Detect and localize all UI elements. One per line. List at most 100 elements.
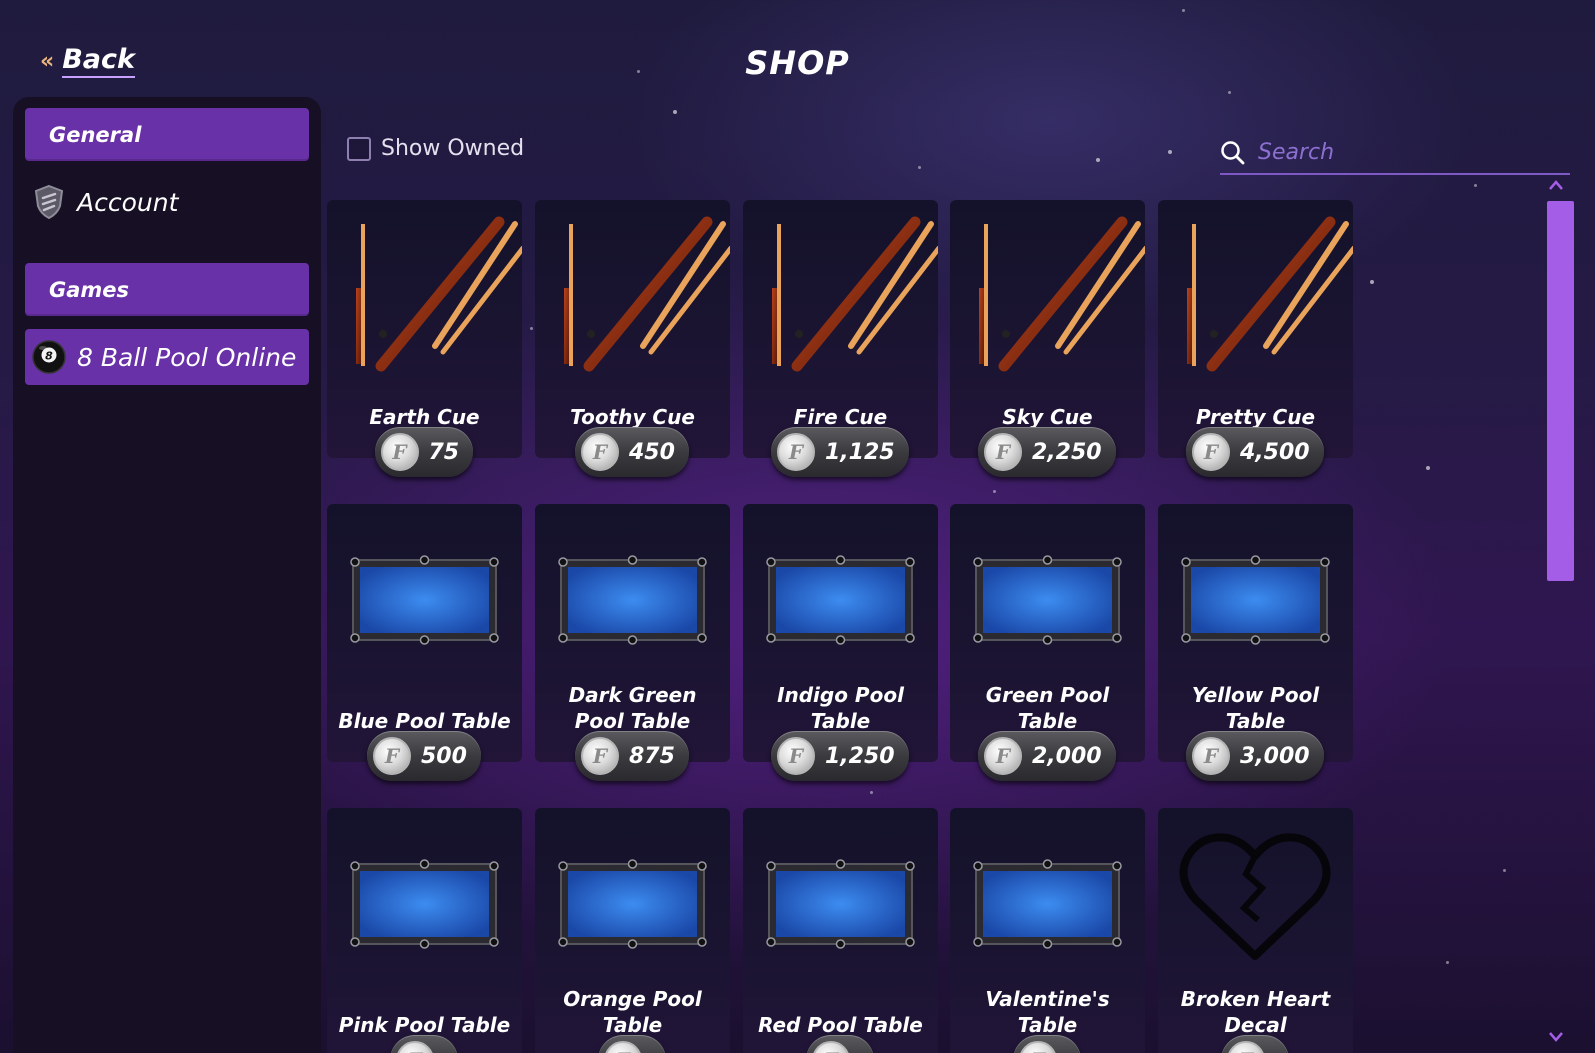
price-badge[interactable]: F 500: [367, 731, 481, 781]
sidebar-section-games[interactable]: Games: [25, 263, 309, 316]
price-badge[interactable]: F 75: [374, 427, 474, 477]
shop-item-card[interactable]: Orange Pool Table: [535, 808, 730, 1053]
shop-item-card[interactable]: Valentine's Table: [950, 808, 1145, 1053]
price-badge[interactable]: F 2,000: [978, 731, 1116, 781]
star: [1182, 9, 1185, 12]
coin-icon: F: [380, 433, 419, 471]
sidebar-item-label: 8 Ball Pool Online: [77, 342, 297, 372]
pool-table-image: [327, 504, 522, 704]
price-value: 1,125: [825, 439, 895, 465]
price-badge[interactable]: F 2,250: [978, 427, 1116, 477]
pool-table-image: [535, 808, 730, 1008]
shop-item-card[interactable]: Blue Pool Table: [327, 504, 522, 762]
coin-icon: F: [812, 1041, 850, 1053]
price-badge[interactable]: F 875: [575, 731, 689, 781]
sidebar-item-8-ball-pool[interactable]: 8 8 Ball Pool Online: [25, 329, 309, 385]
item-name: Indigo Pool Table: [777, 683, 904, 733]
shield-icon: [31, 184, 67, 220]
item-name: Orange Pool Table: [563, 987, 702, 1037]
star: [1426, 466, 1430, 470]
cue-image: [535, 200, 734, 400]
star: [1096, 158, 1100, 162]
scrollbar-thumb[interactable]: [1547, 201, 1574, 581]
shop-item-card[interactable]: Indigo Pool Table: [743, 504, 938, 762]
pool-table-image: [950, 504, 1145, 704]
page-title: SHOP: [745, 44, 850, 82]
shop-item-card[interactable]: Pretty Cue: [1158, 200, 1357, 458]
pool-table-image: [950, 808, 1145, 1008]
shop-item-card[interactable]: Sky Cue: [950, 200, 1149, 458]
pool-table-image: [1158, 504, 1353, 704]
coin-icon: F: [1192, 737, 1230, 775]
cue-image: [743, 200, 942, 400]
scroll-down-icon[interactable]: [1548, 1030, 1564, 1044]
shop-item-card[interactable]: Green Pool Table: [950, 504, 1145, 762]
coin-icon: F: [581, 433, 619, 471]
checkbox-box[interactable]: [347, 136, 371, 161]
coin-icon: F: [604, 1041, 642, 1053]
shop-item-card[interactable]: Pink Pool Table: [327, 808, 522, 1053]
coin-icon: F: [581, 737, 619, 775]
search-input[interactable]: [1246, 140, 1570, 165]
star: [1370, 280, 1374, 284]
pool-table-image: [535, 504, 730, 704]
item-name: Yellow Pool Table: [1191, 683, 1320, 733]
scroll-up-icon[interactable]: [1548, 178, 1564, 192]
pool-table-image: [327, 808, 522, 1008]
shop-item-card[interactable]: Earth Cue: [327, 200, 526, 458]
price-value: 450: [629, 439, 675, 465]
price-value: 4,500: [1240, 439, 1310, 465]
shop-item-card[interactable]: Broken Heart Decal: [1158, 808, 1353, 1053]
star: [1446, 961, 1449, 964]
cue-image: [950, 200, 1149, 400]
price-value: 75: [428, 439, 460, 465]
broken-heart-icon: [1158, 808, 1353, 1008]
coin-icon: F: [1192, 433, 1230, 471]
price-value: 500: [421, 743, 467, 769]
shop-item-card[interactable]: Fire Cue: [743, 200, 942, 458]
sidebar-section-general[interactable]: General: [25, 108, 309, 161]
shop-item-card[interactable]: Dark Green Pool Table: [535, 504, 730, 762]
star: [1474, 184, 1477, 187]
pool-table-image: [743, 808, 938, 1008]
coin-icon: F: [984, 433, 1022, 471]
item-name: Dark Green Pool Table: [568, 683, 697, 733]
coin-icon: F: [984, 737, 1022, 775]
sidebar-item-account[interactable]: Account: [25, 174, 309, 230]
coin-icon: F: [373, 737, 411, 775]
item-name: Broken Heart Decal: [1180, 987, 1331, 1037]
star: [918, 166, 921, 169]
shop-item-card[interactable]: Yellow Pool Table: [1158, 504, 1353, 762]
shop-item-card[interactable]: Red Pool Table: [743, 808, 938, 1053]
cue-image: [327, 200, 526, 400]
price-badge[interactable]: F 1,125: [771, 427, 909, 477]
star: [993, 490, 996, 493]
star: [1503, 869, 1506, 872]
price-badge[interactable]: F 4,500: [1186, 427, 1324, 477]
shop-item-card[interactable]: Toothy Cue: [535, 200, 734, 458]
item-name: Valentine's Table: [985, 987, 1110, 1037]
price-value: 2,250: [1032, 439, 1102, 465]
star: [530, 327, 533, 330]
show-owned-label: Show Owned: [381, 136, 525, 161]
coin-icon: F: [396, 1041, 434, 1053]
sidebar-item-label: Account: [77, 187, 179, 217]
star: [673, 110, 677, 114]
star: [870, 791, 873, 794]
price-badge[interactable]: F 450: [575, 427, 689, 477]
eight-ball-icon: 8: [31, 339, 67, 375]
coin-icon: F: [777, 737, 815, 775]
search-field[interactable]: [1220, 132, 1570, 175]
price-badge[interactable]: F 3,000: [1186, 731, 1324, 781]
pool-table-image: [743, 504, 938, 704]
coin-icon: F: [777, 433, 815, 471]
star: [1228, 91, 1231, 94]
coin-icon: F: [1019, 1041, 1057, 1053]
svg-text:8: 8: [45, 350, 53, 363]
price-badge[interactable]: F 1,250: [771, 731, 909, 781]
cue-image: [1158, 200, 1357, 400]
price-value: 3,000: [1240, 743, 1310, 769]
show-owned-checkbox[interactable]: Show Owned: [347, 136, 524, 161]
price-value: 1,250: [825, 743, 895, 769]
search-icon: [1221, 140, 1245, 164]
